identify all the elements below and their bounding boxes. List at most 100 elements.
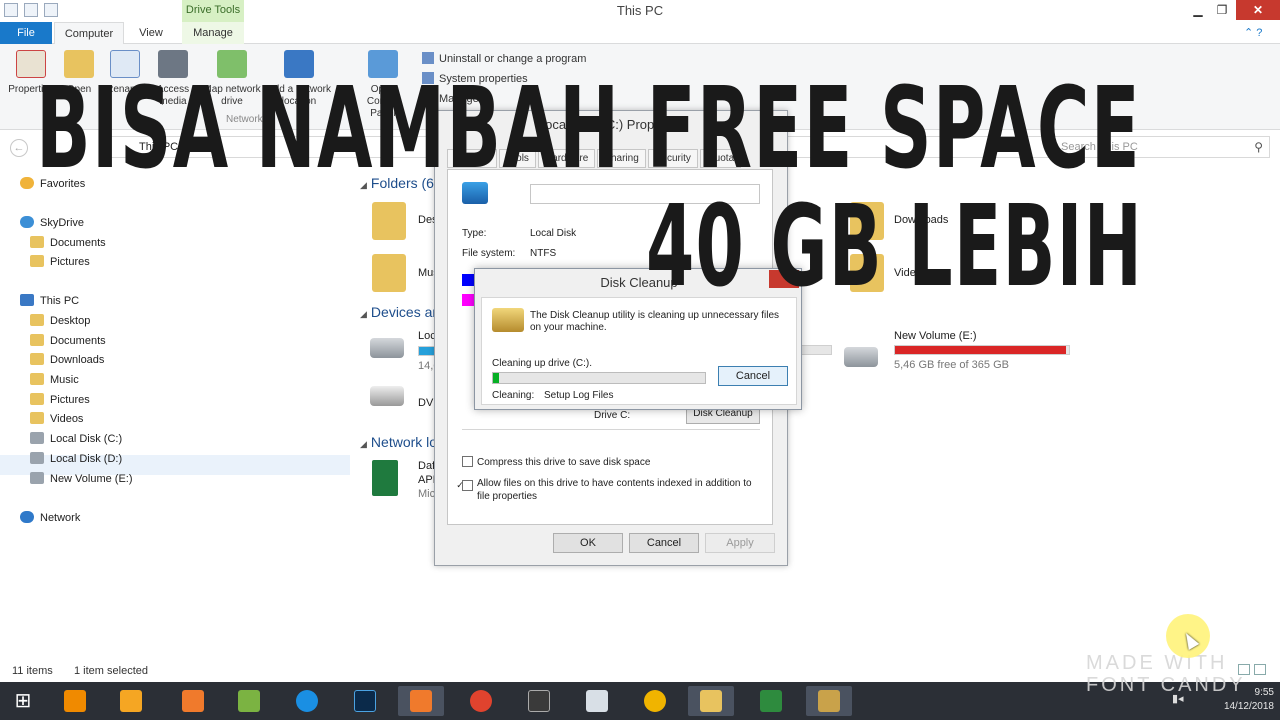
tab-file[interactable]: File xyxy=(0,22,52,44)
folder-icon xyxy=(30,255,44,267)
ok-button[interactable]: OK xyxy=(553,533,623,553)
taskbar-disk-cleanup[interactable] xyxy=(806,686,852,716)
hard-drive-icon[interactable] xyxy=(844,347,878,367)
cleanup-cancel-button[interactable]: Cancel xyxy=(718,366,788,386)
tab-view[interactable]: View xyxy=(128,22,174,44)
disk-cleanup-message: The Disk Cleanup utility is cleaning up … xyxy=(530,310,780,333)
disk-cleanup-icon xyxy=(492,308,524,332)
navigation-pane: Favorites SkyDrive Documents Pictures Th… xyxy=(0,164,350,660)
nav-label: Network xyxy=(40,512,81,524)
watermark-line-1: MADE WITH xyxy=(1086,652,1228,674)
drive-icon xyxy=(30,432,44,444)
nav-item-new-volume-e[interactable]: New Volume (E:) xyxy=(30,472,133,485)
excel-file-icon[interactable] xyxy=(372,460,398,496)
cleanup-progress-bar xyxy=(492,372,706,384)
hard-drive-icon[interactable] xyxy=(370,338,404,358)
nav-item-desktop[interactable]: Desktop xyxy=(30,314,90,327)
folder-icon xyxy=(30,393,44,405)
cleanup-status-label: Cleaning: xyxy=(492,390,535,401)
folder-icon xyxy=(30,334,44,346)
nav-label: Pictures xyxy=(50,256,90,268)
nav-item-skydrive-pictures[interactable]: Pictures xyxy=(30,255,90,268)
taskbar-headphones[interactable] xyxy=(632,686,678,716)
folder-icon[interactable] xyxy=(372,202,406,240)
back-arrow-icon[interactable]: ← xyxy=(10,139,28,157)
clock-date: 14/12/2018 xyxy=(1223,701,1274,712)
photoshop-icon xyxy=(354,690,376,712)
nav-label: Music xyxy=(50,374,79,386)
nav-label: Videos xyxy=(50,413,84,425)
nav-item-skydrive[interactable]: SkyDrive xyxy=(20,216,84,229)
tab-computer[interactable]: Computer xyxy=(54,22,124,44)
cancel-button[interactable]: Cancel xyxy=(629,533,699,553)
nav-item-pictures[interactable]: Pictures xyxy=(30,393,90,406)
nav-label: Downloads xyxy=(50,354,105,366)
taskbar-network-app[interactable] xyxy=(748,686,794,716)
index-drive-checkbox-row[interactable]: ✓ Allow files on this drive to have conte… xyxy=(456,478,762,502)
tab-manage[interactable]: Manage xyxy=(182,22,244,44)
maximize-button[interactable]: ❐ xyxy=(1210,0,1234,20)
type-label: Type: xyxy=(462,228,487,239)
nav-label: Desktop xyxy=(50,315,91,327)
nav-item-this-pc[interactable]: This PC xyxy=(20,294,79,307)
watermark-line-2: FONT CANDY xyxy=(1086,674,1246,696)
folder-icon[interactable] xyxy=(372,254,406,292)
folder-icon xyxy=(30,373,44,385)
nav-item-local-disk-d[interactable]: Local Disk (D:) xyxy=(30,452,122,465)
nav-label: SkyDrive xyxy=(40,217,85,229)
chrome-icon xyxy=(470,690,492,712)
nav-label: New Volume (E:) xyxy=(50,473,133,485)
nav-item-network[interactable]: Network xyxy=(20,511,80,524)
media-player-icon xyxy=(120,690,142,712)
compress-label: Compress this drive to save disk space xyxy=(477,457,651,468)
nav-item-skydrive-documents[interactable]: Documents xyxy=(30,236,106,249)
star-icon xyxy=(20,177,34,189)
taskbar-file-explorer[interactable] xyxy=(688,686,734,716)
network-icon xyxy=(20,511,34,523)
close-button[interactable]: ✕ xyxy=(1236,0,1280,20)
apply-button[interactable]: Apply xyxy=(705,533,775,553)
selection-count: 1 item selected xyxy=(74,665,148,677)
cleanup-drive-line: Cleaning up drive (C:). xyxy=(492,358,593,369)
file-explorer-icon xyxy=(700,690,722,712)
taskbar-recorder[interactable] xyxy=(398,686,444,716)
taskbar-media-player[interactable] xyxy=(108,686,154,716)
drive-c-label: Drive C: xyxy=(594,410,631,421)
cleanup-status-value: Setup Log Files xyxy=(544,390,614,401)
nav-item-downloads[interactable]: Downloads xyxy=(30,353,104,366)
recorder-icon xyxy=(410,690,432,712)
taskbar-vlc[interactable] xyxy=(52,686,98,716)
index-checkbox[interactable]: ✓ xyxy=(456,480,473,491)
drive-icon xyxy=(30,452,44,464)
nav-item-music[interactable]: Music xyxy=(30,373,79,386)
network-app-icon xyxy=(760,690,782,712)
computer-icon xyxy=(20,294,34,306)
sync-icon xyxy=(296,690,318,712)
help-icon[interactable]: ⌃ ? xyxy=(1244,26,1262,39)
nav-item-videos[interactable]: Videos xyxy=(30,412,83,425)
uninstall-icon xyxy=(422,52,434,64)
taskbar-video-editor[interactable] xyxy=(516,686,562,716)
caption-line-1: BISA NAMBAH FREE SPACE xyxy=(36,64,1142,194)
taskbar-sync[interactable] xyxy=(284,686,330,716)
disk-cleanup-panel: The Disk Cleanup utility is cleaning up … xyxy=(481,297,797,405)
compress-drive-checkbox-row[interactable]: Compress this drive to save disk space xyxy=(462,456,762,468)
folder-icon xyxy=(30,314,44,326)
nav-item-local-disk-c[interactable]: Local Disk (C:) xyxy=(30,432,122,445)
minimize-button[interactable]: ▁ xyxy=(1186,0,1210,20)
compress-checkbox[interactable] xyxy=(462,456,473,467)
file-system-label: File system: xyxy=(462,248,516,259)
folder-icon xyxy=(30,412,44,424)
item-new-volume-e[interactable]: New Volume (E:) xyxy=(894,330,977,342)
taskbar-camera[interactable] xyxy=(170,686,216,716)
taskbar-app[interactable] xyxy=(574,686,620,716)
nav-item-documents[interactable]: Documents xyxy=(30,334,106,347)
dvd-drive-icon[interactable] xyxy=(370,386,404,406)
large-icons-view-icon[interactable] xyxy=(1254,664,1266,675)
taskbar-photo[interactable] xyxy=(226,686,272,716)
nav-label: Local Disk (C:) xyxy=(50,433,123,445)
taskbar-photoshop[interactable] xyxy=(342,686,388,716)
camera-icon xyxy=(182,690,204,712)
windows-start-icon[interactable]: ⊞ xyxy=(6,687,40,715)
taskbar-chrome[interactable] xyxy=(458,686,504,716)
